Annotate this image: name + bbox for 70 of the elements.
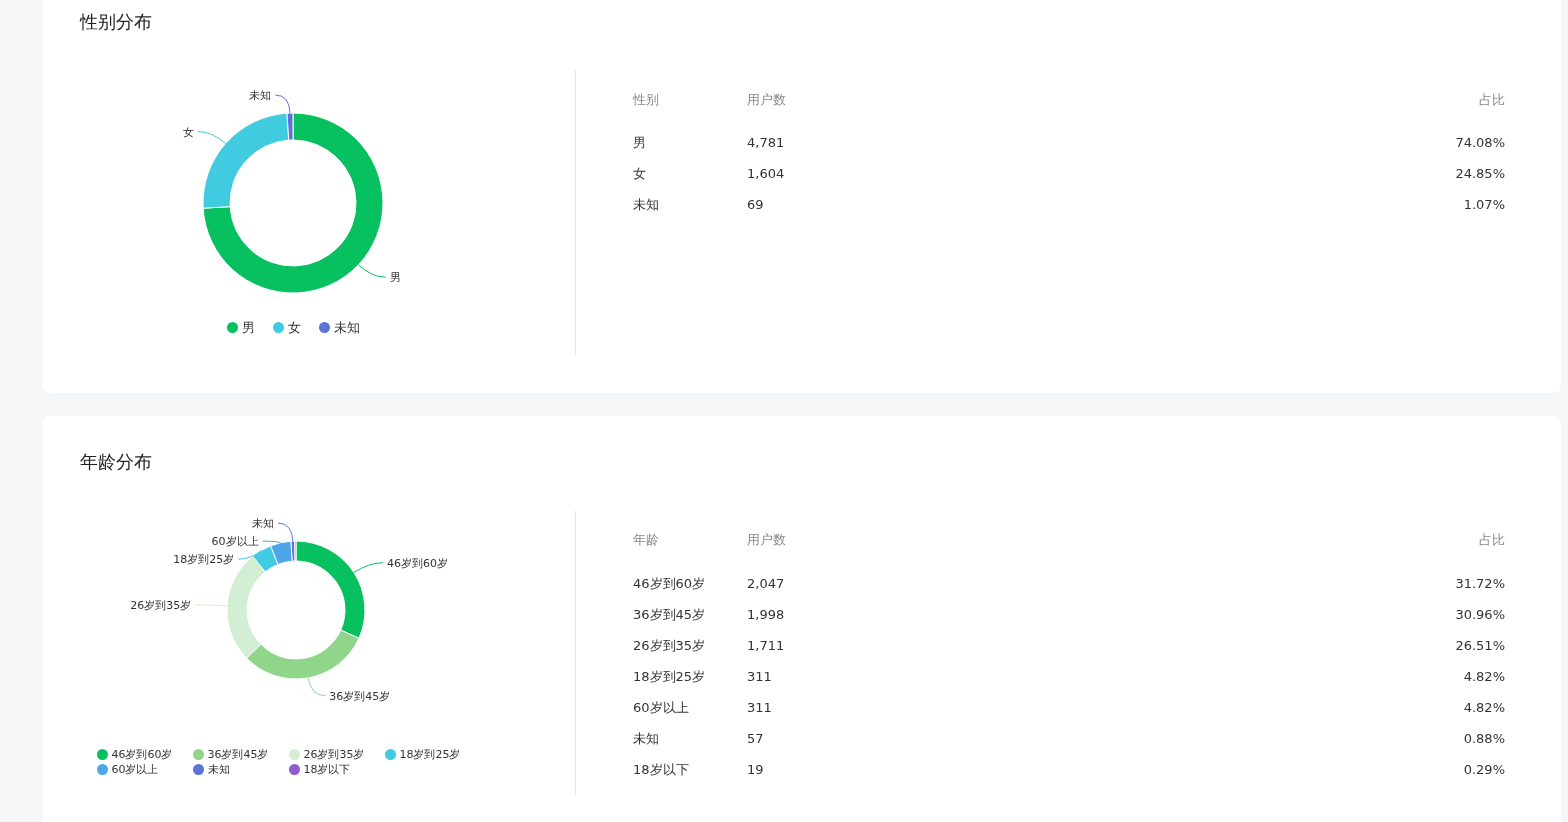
table-cell-text: 60岁以上 (633, 698, 690, 717)
donut-slice[interactable] (295, 540, 366, 639)
donut-slice[interactable] (270, 540, 293, 565)
table-cell-text: 30.96% (1455, 605, 1505, 624)
slice-label: 未知 (249, 89, 272, 103)
table-cell-text: 未知 (633, 729, 660, 748)
slice-label: 女 (183, 125, 194, 139)
section-title: 年龄分布 (79, 450, 152, 474)
slice-label: 60岁以上 (211, 535, 259, 549)
table-cell-text: 男 (633, 133, 647, 152)
slice-label: 未知 (252, 517, 274, 531)
slice-label: 46岁到60岁 (387, 556, 449, 570)
table-cell-text: 4.82% (1463, 667, 1505, 686)
legend-label[interactable]: 未知 (334, 320, 360, 335)
table-cell-text: 26岁到35岁 (633, 636, 707, 655)
table-cell-text: 0.88% (1463, 729, 1505, 748)
leader-line (353, 562, 384, 573)
table-cell-text: 31.72% (1455, 574, 1505, 593)
column-header: 占比 (1479, 91, 1505, 109)
table-cell-text: 女 (633, 164, 647, 183)
table-cell-text: 4.82% (1463, 698, 1505, 717)
legend-label[interactable]: 60岁以上 (111, 762, 159, 777)
donut-slice[interactable] (202, 112, 290, 209)
column-header: 年龄 (633, 531, 660, 549)
leader-line (197, 131, 226, 144)
table-cell-text: 1,998 (747, 605, 786, 624)
slice-label: 18岁到25岁 (173, 553, 235, 567)
slice-label: 36岁到45岁 (329, 689, 391, 703)
legend-label[interactable]: 男 (242, 320, 255, 335)
table-cell-text: 36岁到45岁 (633, 605, 707, 624)
legend-label[interactable]: 18岁以下 (303, 762, 351, 777)
donut-slice[interactable] (202, 112, 384, 294)
table-cell-text: 4,781 (747, 133, 786, 152)
table-cell-text: 26.51% (1455, 636, 1505, 655)
table-cell-text: 1.07% (1463, 195, 1505, 214)
table-cell-text: 18岁到25岁 (633, 667, 707, 686)
donut-slice[interactable] (286, 112, 294, 141)
table-cell-text: 46岁到60岁 (633, 574, 707, 593)
legend-label[interactable]: 36岁到45岁 (207, 747, 269, 762)
legend-label[interactable]: 46岁到60岁 (111, 747, 173, 762)
leader-line (237, 549, 262, 560)
leader-line (194, 604, 228, 607)
column-header: 用户数 (747, 531, 787, 549)
leader-line (307, 677, 326, 697)
slice-label: 男 (389, 271, 401, 285)
table-cell-text: 74.08% (1455, 133, 1505, 152)
table-cell-text: 57 (747, 729, 765, 748)
table-cell-text: 2,047 (747, 574, 786, 593)
slice-label: 26岁到35岁 (130, 598, 192, 612)
column-header: 用户数 (747, 91, 787, 109)
legend-label[interactable]: 26岁到35岁 (303, 747, 365, 762)
section-title: 性别分布 (78, 10, 152, 34)
table-cell-text: 1,604 (747, 164, 786, 183)
legend-label[interactable]: 女 (288, 320, 301, 335)
table-cell-text: 18岁以下 (633, 760, 690, 779)
column-header: 占比 (1479, 531, 1505, 549)
leader-line (357, 264, 387, 278)
column-header: 性别 (633, 91, 660, 109)
donut-slice[interactable] (252, 545, 279, 573)
table-cell-text: 24.85% (1455, 164, 1505, 183)
legend-label[interactable]: 18岁到25岁 (399, 747, 461, 762)
table-cell-text: 1,711 (747, 636, 786, 655)
table-cell-text: 311 (747, 698, 773, 717)
legend-label[interactable]: 未知 (207, 762, 230, 777)
leader-line (274, 94, 291, 114)
table-cell-text: 未知 (633, 195, 660, 214)
table-cell-text: 69 (747, 195, 765, 214)
table-cell-text: 311 (747, 667, 773, 686)
table-cell-text: 19 (747, 760, 765, 779)
table-cell-text: 0.29% (1463, 760, 1505, 779)
